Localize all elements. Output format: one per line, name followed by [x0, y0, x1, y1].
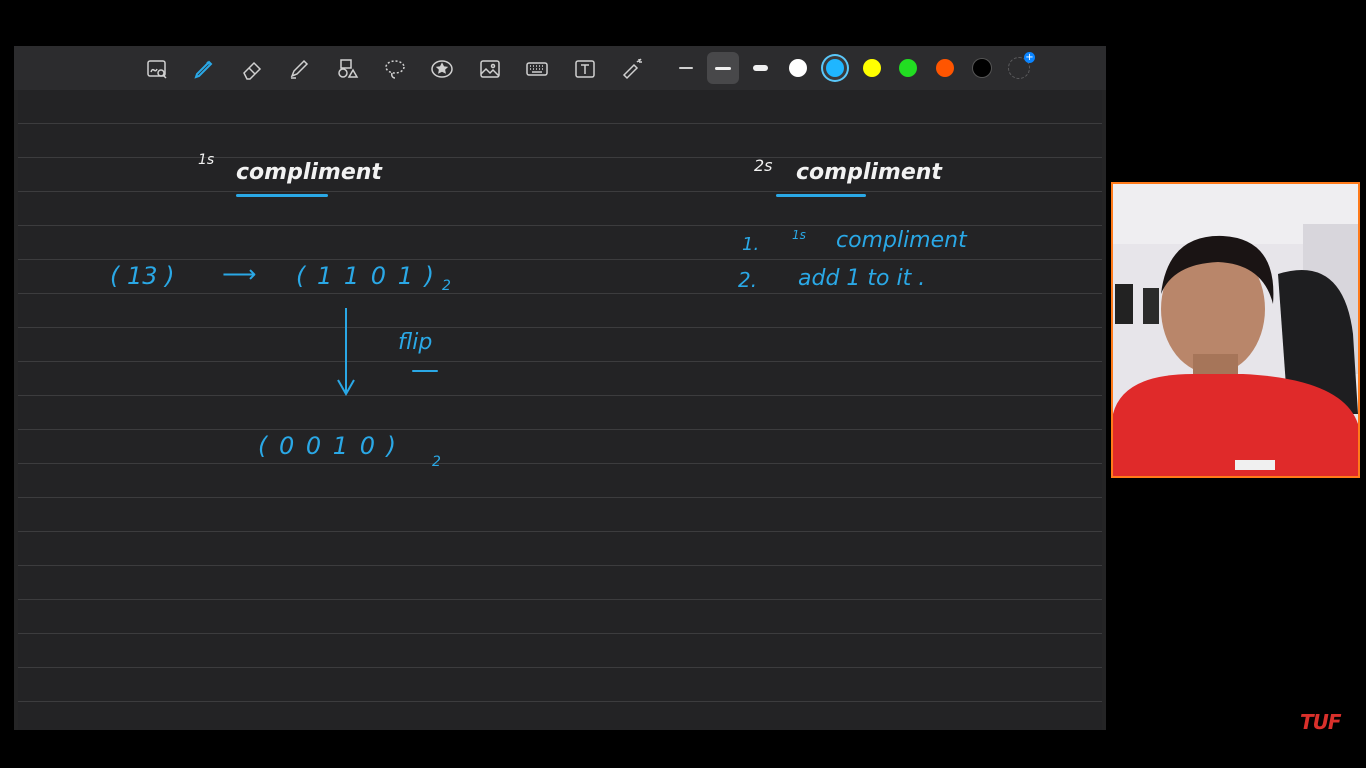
flip-label: flip [398, 330, 433, 355]
right-title: compliment [796, 160, 942, 185]
color-white-swatch[interactable] [789, 59, 807, 77]
flipped-subscript: 2 [432, 454, 441, 470]
step2-text: add 1 to it . [798, 266, 926, 291]
lasso-icon[interactable] [380, 54, 410, 84]
eraser-icon[interactable] [237, 54, 267, 84]
tuf-logo: TUF [1300, 710, 1342, 734]
down-arrow [337, 308, 355, 397]
step1-text: compliment [836, 228, 967, 253]
left-title-underline [236, 194, 328, 197]
keyboard-icon[interactable] [522, 54, 552, 84]
note-canvas[interactable]: 1s compliment ( 13 ) ⟶ ( 1 1 0 1 ) 2 fli… [18, 90, 1102, 730]
webcam-overlay [1111, 182, 1360, 478]
plus-icon: + [1024, 52, 1035, 63]
notes-app-window: + 1s compliment ( 13 ) ⟶ ( 1 1 0 1 ) 2 f… [14, 46, 1106, 730]
laser-pointer-icon[interactable] [618, 54, 648, 84]
sticker-icon[interactable] [427, 54, 457, 84]
stroke-medium-button[interactable] [707, 52, 739, 84]
right-title-superscript: 2s [754, 156, 773, 175]
text-box-icon[interactable] [570, 54, 600, 84]
color-yellow-swatch[interactable] [863, 59, 881, 77]
add-color-button[interactable]: + [1008, 52, 1035, 79]
conversion-arrow: ⟶ [222, 260, 257, 288]
binary-subscript: 2 [442, 278, 451, 294]
flipped-binary: ( 0 0 1 0 ) [258, 432, 398, 460]
color-black-swatch[interactable] [973, 59, 991, 77]
highlighter-icon[interactable] [284, 54, 314, 84]
decimal-number: ( 13 ) [110, 262, 175, 290]
color-green-swatch[interactable] [899, 59, 917, 77]
color-blue-swatch[interactable] [826, 59, 844, 77]
flip-underline [412, 370, 438, 372]
pen-icon[interactable] [189, 54, 219, 84]
presenter-video [1113, 184, 1358, 476]
step1-number: 1. [742, 234, 760, 255]
left-title: compliment [236, 160, 382, 185]
drawing-toolbar: + [14, 46, 1106, 90]
left-title-superscript: 1s [198, 152, 215, 168]
step2-number: 2. [738, 268, 758, 292]
stroke-thick-button[interactable] [744, 52, 776, 84]
zoom-window-icon[interactable] [142, 54, 172, 84]
step1-superscript: 1s [792, 228, 806, 242]
color-orange-swatch[interactable] [936, 59, 954, 77]
image-icon[interactable] [475, 54, 505, 84]
binary-number: ( 1 1 0 1 ) [296, 262, 436, 290]
right-title-underline [776, 194, 866, 197]
shapes-icon[interactable] [332, 54, 362, 84]
stroke-thin-button[interactable] [670, 52, 702, 84]
